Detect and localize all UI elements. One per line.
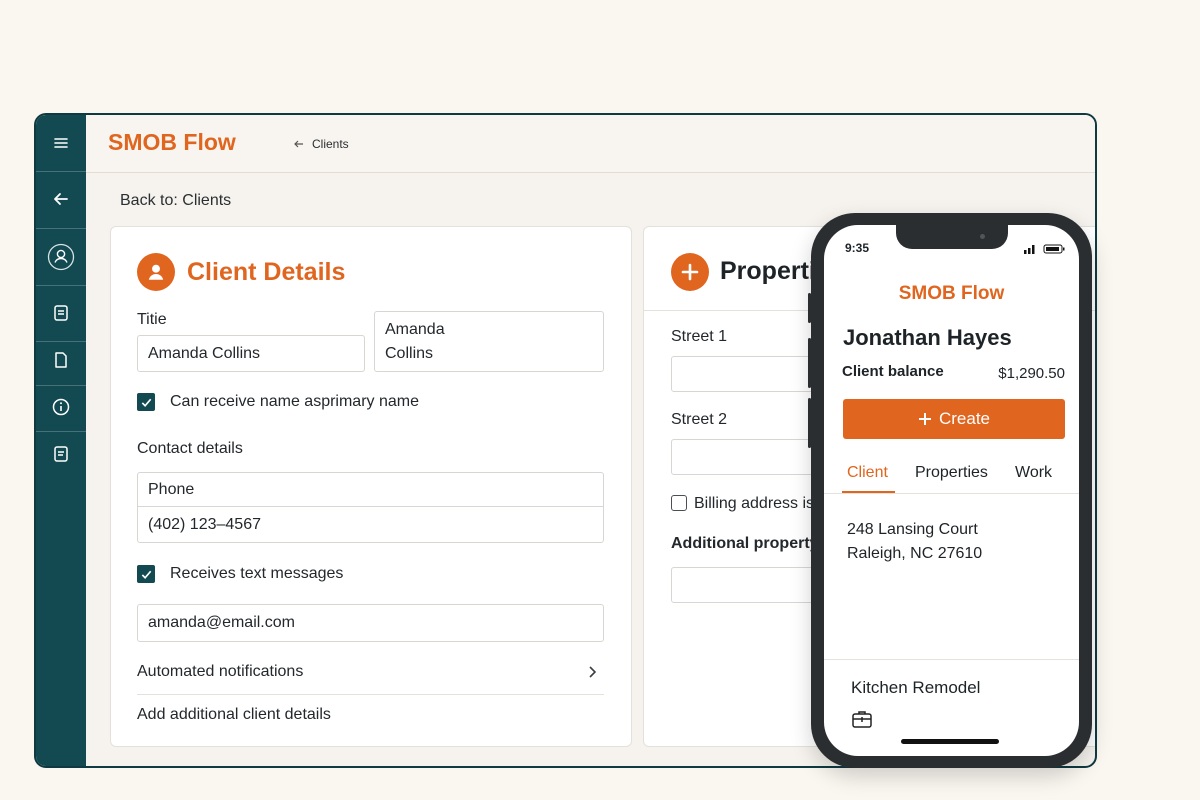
create-label: Create — [938, 409, 991, 428]
notes-icon[interactable] — [36, 432, 86, 476]
mobile-client-name: Jonathan Hayes — [843, 325, 1012, 350]
primary-name-label: Can receive name asprimary name — [170, 393, 419, 410]
top-bar: SMOB Flow Clients — [86, 115, 1095, 173]
back-arrow-icon[interactable] — [36, 177, 86, 221]
add-client-details-link[interactable]: Add additional client details — [137, 706, 331, 724]
user-icon[interactable] — [36, 235, 86, 279]
client-details-card: Client Details Titie Amanda Collins Aman… — [110, 226, 632, 747]
info-icon[interactable] — [36, 385, 86, 429]
billing-address-checkbox[interactable] — [671, 495, 687, 511]
tab-properties[interactable]: Properties — [915, 464, 988, 482]
page-icon[interactable] — [36, 338, 86, 382]
camera-icon — [980, 234, 985, 239]
create-button[interactable]: Create — [843, 399, 1065, 439]
document-icon[interactable] — [36, 291, 86, 335]
sidebar-divider — [36, 285, 86, 286]
menu-icon[interactable] — [36, 121, 86, 165]
job-title[interactable]: Kitchen Remodel — [851, 678, 980, 698]
address-line2: Raleigh, NC 27610 — [847, 545, 983, 562]
mobile-balance-value: $1,290.50 — [998, 365, 1065, 382]
back-prefix: Back to: — [120, 192, 178, 209]
status-time: 9:35 — [845, 241, 870, 255]
phone-side-button — [808, 398, 811, 448]
sidebar-divider — [36, 171, 86, 172]
contact-details-heading: Contact details — [137, 440, 243, 457]
additional-property-heading: Additional property — [671, 535, 819, 552]
last-name-value: Collins — [385, 344, 434, 362]
tab-client[interactable]: Client — [847, 464, 888, 482]
check-icon — [141, 570, 151, 579]
phone-mockup: 9:35 SMOB Flow Jonathan Hayes Client bal… — [808, 213, 1092, 768]
tab-divider — [824, 493, 1079, 494]
plus-icon[interactable] — [671, 253, 709, 291]
back-target: Clients — [182, 192, 232, 209]
breadcrumb-label: Clients — [312, 137, 349, 151]
mobile-address: 248 Lansing Court Raleigh, NC 27610 — [847, 518, 982, 566]
text-messages-label: Receives text messages — [170, 565, 344, 582]
primary-name-checkbox[interactable] — [137, 393, 155, 411]
phone-field[interactable]: (402) 123–4567 — [137, 506, 604, 543]
sidebar-divider — [36, 228, 86, 229]
billing-address-label: Billing address is — [694, 495, 815, 512]
phone-notch — [896, 225, 1008, 249]
phone-side-button — [808, 293, 811, 323]
briefcase-icon — [852, 711, 872, 728]
phone-side-button — [808, 338, 811, 388]
chevron-right-icon[interactable] — [585, 665, 599, 679]
name-field[interactable]: Amanda Collins — [137, 335, 365, 372]
street1-label: Street 1 — [671, 328, 728, 345]
sidebar — [36, 115, 86, 766]
phone-screen: 9:35 SMOB Flow Jonathan Hayes Client bal… — [824, 225, 1079, 756]
street2-label: Street 2 — [671, 411, 728, 428]
check-icon — [141, 398, 151, 407]
divider — [824, 659, 1079, 660]
back-link[interactable]: Back to: Clients — [120, 192, 231, 210]
person-icon — [137, 253, 175, 291]
mobile-brand: SMOB Flow — [898, 283, 1005, 304]
first-name-value: Amanda — [385, 320, 445, 338]
name-split-field[interactable]: Amanda Collins — [374, 311, 604, 372]
mobile-balance-label: Client balance — [842, 363, 944, 380]
text-messages-checkbox[interactable] — [137, 565, 155, 583]
title-label: Titie — [137, 311, 167, 328]
tab-work[interactable]: Work — [1015, 464, 1052, 482]
client-details-title: Client Details — [187, 258, 346, 286]
breadcrumb[interactable]: Clients — [293, 137, 349, 151]
back-arrow-icon — [294, 140, 303, 148]
status-icons — [1024, 244, 1065, 254]
home-indicator — [901, 739, 999, 744]
phone-type-field[interactable]: Phone — [137, 472, 604, 507]
address-line1: 248 Lansing Court — [847, 521, 978, 538]
divider — [137, 694, 604, 695]
plus-icon — [918, 413, 931, 425]
brand-logo[interactable]: SMOB Flow — [108, 129, 236, 156]
email-field[interactable]: amanda@email.com — [137, 604, 604, 642]
automated-notifications-row[interactable]: Automated notifications — [137, 663, 303, 681]
